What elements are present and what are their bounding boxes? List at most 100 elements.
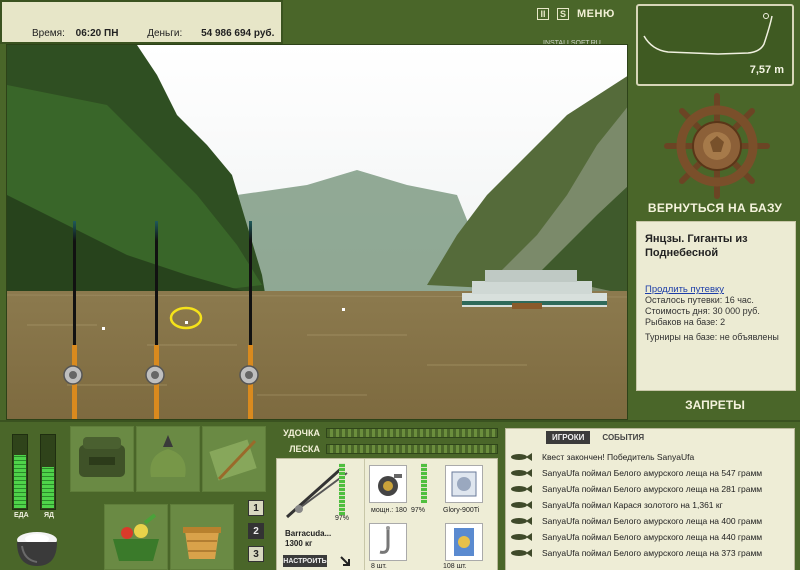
chat-message-text: Квест закончен! Победитель SanyaUfa xyxy=(542,452,695,462)
return-to-base-button[interactable]: ВЕРНУТЬСЯ НА БАЗУ xyxy=(630,201,800,215)
chat-message-text: SanyaUfa поймал Белого амурского леща на… xyxy=(542,532,763,542)
rod-meter-label: УДОЧКА xyxy=(283,428,320,438)
anglers-count: Рыбаков на базе: 2 xyxy=(645,317,726,327)
menu-button[interactable]: МЕНЮ xyxy=(577,8,615,20)
poison-label: ЯД xyxy=(44,512,55,519)
bait-box-icon xyxy=(454,528,474,556)
page-2-button[interactable]: 2 xyxy=(248,523,264,539)
chat-message: SanyaUfa поймал Белого амурского леща на… xyxy=(510,481,792,497)
arrow-down-right-icon[interactable] xyxy=(339,555,351,567)
bait-slot[interactable] xyxy=(445,523,483,561)
sound-button[interactable]: S xyxy=(557,8,569,20)
chat-message: SanyaUfa поймал Карася золотого на 1,361… xyxy=(510,497,792,513)
inventory-slot-food-basket[interactable] xyxy=(104,504,168,570)
depth-chart: 7,57 m xyxy=(636,4,794,86)
chat-message-text: SanyaUfa поймал Белого амурского леща на… xyxy=(542,468,763,478)
tournaments-info: Турниры на базе: не объявлены xyxy=(645,332,779,342)
permit-remaining: Осталось путевки: 16 час. xyxy=(645,295,754,305)
game-root: II S МЕНЮ INSTALLSOFT.RU Время: 06:20 ПН… xyxy=(0,0,800,570)
day-cost: Стоимость дня: 30 000 руб. xyxy=(645,306,760,316)
bait-count: 108 шт. xyxy=(443,563,467,570)
rod-tension-bar xyxy=(326,428,498,438)
header-controls: II S МЕНЮ xyxy=(537,8,615,20)
reel-icon xyxy=(378,474,402,496)
chat-message: SanyaUfa поймал Белого амурского леща на… xyxy=(510,465,792,481)
bans-button[interactable]: ЗАПРЕТЫ xyxy=(630,398,800,412)
chat-message: SanyaUfa поймал Белого амурского леща на… xyxy=(510,529,792,545)
reel-condition-bar xyxy=(421,463,427,503)
notebook-icon xyxy=(209,439,257,481)
rod-condition-bar xyxy=(339,463,345,515)
inventory-slot-tools[interactable] xyxy=(202,426,266,492)
pause-button[interactable]: II xyxy=(537,8,549,20)
rod-slot[interactable]: 97% Barracuda... 1300 кг НАСТРОИТЬ xyxy=(277,459,365,570)
line-meter-label: ЛЕСКА xyxy=(289,444,320,454)
status-panel: Время: 06:20 ПН Деньги: 54 986 694 руб. xyxy=(0,0,283,44)
bottom-panel: ЕДА ЯД 1 2 3 УДОЧКА ЛЕСКА 97% Barracuda.… xyxy=(0,420,800,570)
rod-condition: 97% xyxy=(335,515,350,522)
chat-message-list: Квест закончен! Победитель SanyaUfa Sanya… xyxy=(510,449,792,561)
chat-tabs: ИГРОКИ СОБЫТИЯ xyxy=(546,431,650,444)
status-row: Время: 06:20 ПН Деньги: 54 986 694 руб. xyxy=(32,28,274,39)
line-slot[interactable] xyxy=(445,465,483,503)
food-label: ЕДА xyxy=(14,512,29,519)
fishing-line-icon xyxy=(451,471,477,497)
page-3-button[interactable]: 3 xyxy=(248,546,264,562)
bucket-icon xyxy=(183,527,221,559)
tab-players[interactable]: ИГРОКИ xyxy=(546,431,591,444)
fish-icon xyxy=(511,517,532,525)
food-gauge xyxy=(12,434,28,510)
line-name: Glory-900Ti xyxy=(443,507,480,514)
fish-icon xyxy=(511,469,532,477)
status-gauges: ЕДА ЯД xyxy=(8,430,64,570)
tension-meters: УДОЧКА ЛЕСКА xyxy=(278,426,498,458)
inventory-slot-bucket[interactable] xyxy=(170,504,234,570)
line-meter-row: ЛЕСКА xyxy=(278,442,498,456)
fish-icon xyxy=(511,485,532,493)
inventory-slot-groundbait[interactable] xyxy=(136,426,200,492)
fish-icon xyxy=(511,453,532,461)
cauldron-icon[interactable] xyxy=(12,526,62,570)
chat-message-text: SanyaUfa поймал Белого амурского леща на… xyxy=(542,484,763,494)
chat-message: Квест закончен! Победитель SanyaUfa xyxy=(510,449,792,465)
money-label: Деньги: xyxy=(147,28,183,39)
events-chat-panel: ИГРОКИ СОБЫТИЯ Квест закончен! Победител… xyxy=(505,428,795,570)
hook-count: 8 шт. xyxy=(371,563,387,570)
hook-icon xyxy=(379,526,390,554)
chat-message: SanyaUfa поймал Белого амурского леща на… xyxy=(510,513,792,529)
money-value: 54 986 694 руб. xyxy=(201,28,275,39)
fish-icon xyxy=(511,501,532,509)
setup-button[interactable]: НАСТРОИТЬ xyxy=(283,555,327,567)
tab-events[interactable]: СОБЫТИЯ xyxy=(596,431,650,444)
inventory-pagination: 1 2 3 xyxy=(248,500,264,562)
reel-power: мощн.: 180 xyxy=(371,507,407,514)
poison-gauge-fill xyxy=(42,467,54,508)
scene-svg xyxy=(7,45,627,419)
chat-message: SanyaUfa поймал Белого амурского леща на… xyxy=(510,545,792,561)
right-panel: 7,57 m ВЕРНУТЬСЯ НА БАЗУ Янцзы. Гиганты … xyxy=(630,0,800,420)
location-info-panel: Янцзы. Гиганты из Поднебесной Продлить п… xyxy=(636,221,796,391)
fishing-scene[interactable] xyxy=(6,44,628,420)
ship-wheel-icon[interactable] xyxy=(663,92,771,200)
fish-icon xyxy=(511,533,532,541)
time-label: Время: xyxy=(32,28,65,39)
chat-message-text: SanyaUfa поймал Белого амурского леща на… xyxy=(542,516,763,526)
location-title: Янцзы. Гиганты из Поднебесной xyxy=(645,233,748,259)
hook-slot[interactable] xyxy=(369,523,407,561)
extend-permit-link[interactable]: Продлить путевку xyxy=(645,284,787,295)
groundbait-sack-icon xyxy=(150,435,186,477)
depth-value: 7,57 m xyxy=(749,64,784,76)
rod-name: Barracuda... xyxy=(285,529,332,538)
tackle-panel: 97% Barracuda... 1300 кг НАСТРОИТЬ мощн.… xyxy=(276,458,498,570)
chat-message-text: SanyaUfa поймал Белого амурского леща на… xyxy=(542,548,763,558)
page-1-button[interactable]: 1 xyxy=(248,500,264,516)
reel-slot[interactable] xyxy=(369,465,407,503)
poison-gauge xyxy=(40,434,56,510)
inventory-grid xyxy=(70,426,270,570)
bag-icon xyxy=(79,437,125,477)
inventory-slot-bag[interactable] xyxy=(70,426,134,492)
fish-icon xyxy=(511,549,532,557)
food-basket-icon xyxy=(113,513,159,561)
line-tension-bar xyxy=(326,444,498,454)
rod-max-weight: 1300 кг xyxy=(285,539,313,548)
